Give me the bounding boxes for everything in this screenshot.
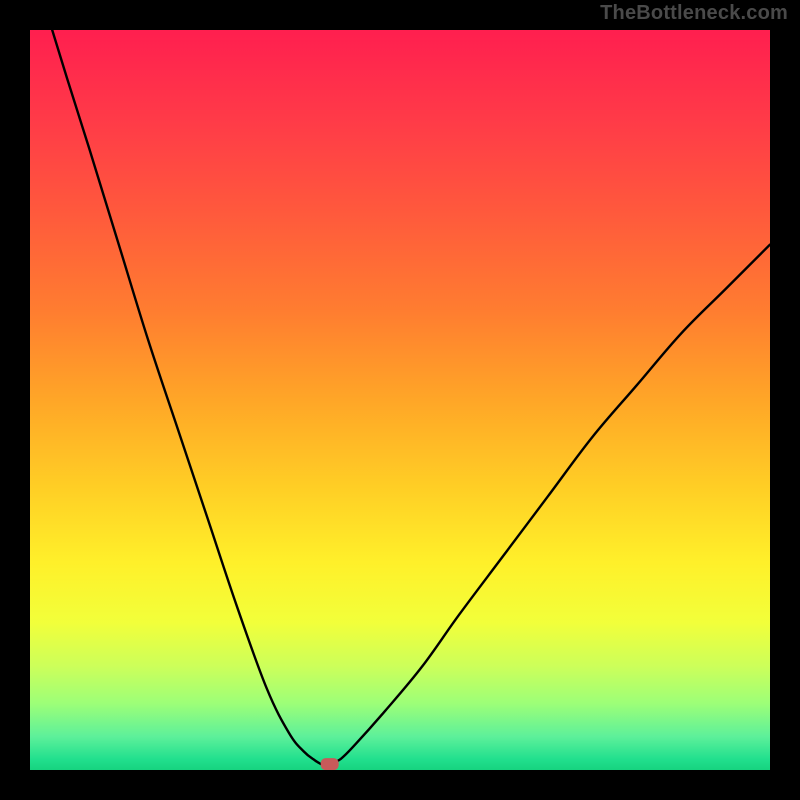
watermark-text: TheBottleneck.com [600,2,788,25]
plot-area [30,30,770,770]
gradient-background [30,30,770,770]
marker-point [321,758,339,770]
chart-frame: TheBottleneck.com [0,0,800,800]
chart-svg [30,30,770,770]
